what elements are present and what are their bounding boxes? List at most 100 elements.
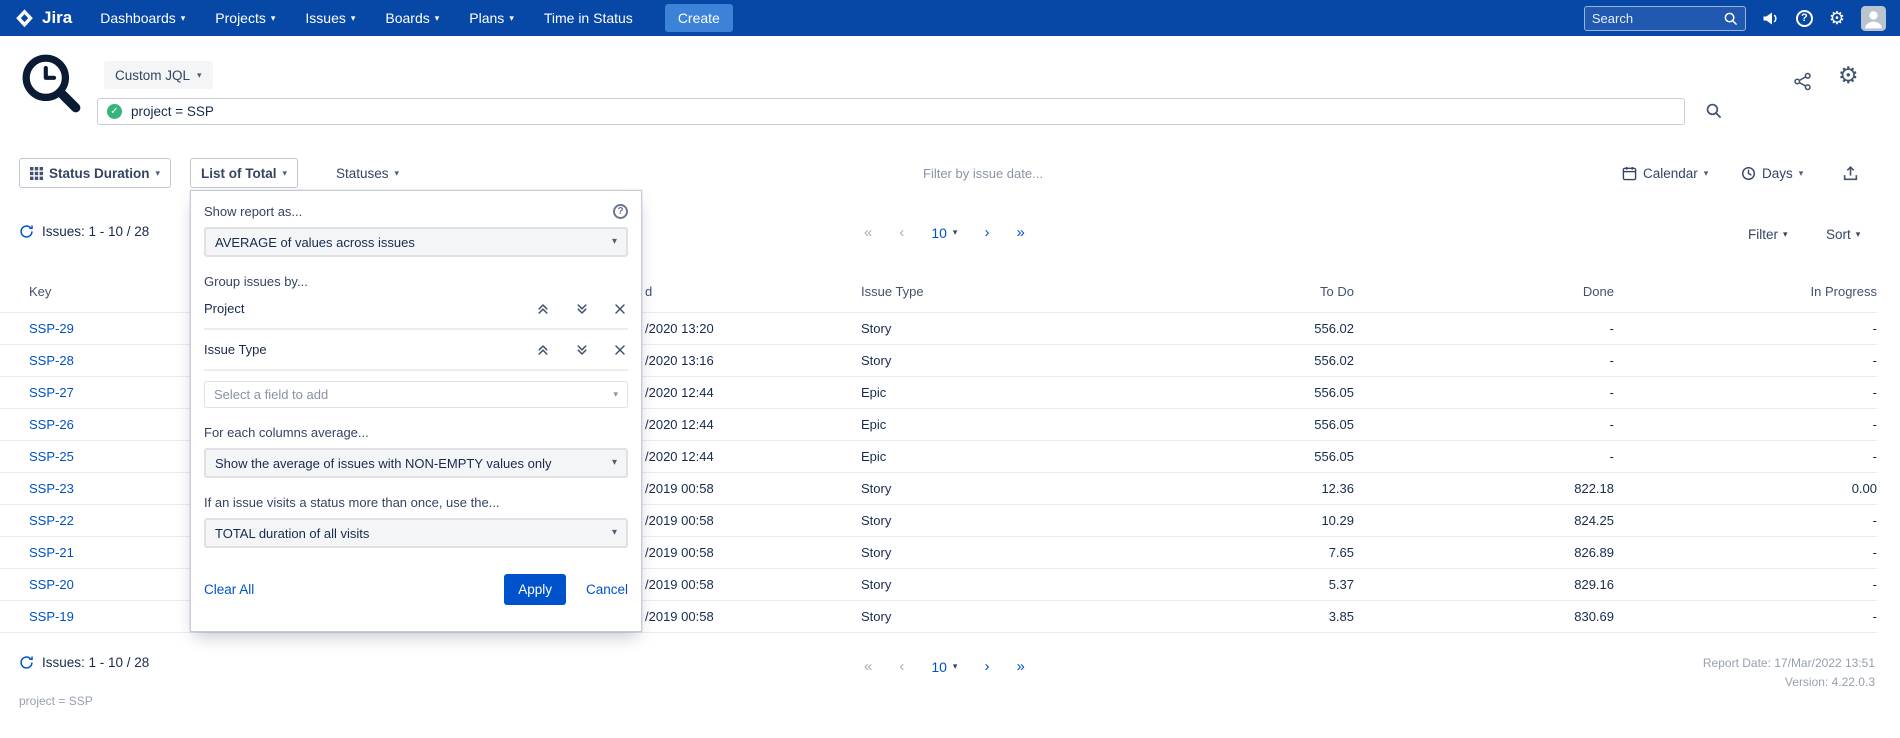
navbar-search [1584, 6, 1746, 31]
create-button[interactable]: Create [665, 4, 733, 32]
cell-done: - [1354, 385, 1614, 400]
panel-footer: Clear All Apply Cancel [204, 574, 628, 605]
cell-done: - [1354, 353, 1614, 368]
group-field-project: Project [204, 289, 628, 330]
move-up-icon[interactable] [536, 343, 550, 357]
statuses-button[interactable]: Statuses ▾ [326, 158, 409, 188]
panel-help-icon[interactable]: ? [613, 204, 628, 219]
chevron-down-icon: ▾ [181, 14, 186, 23]
settings-gear-icon[interactable]: ⚙ [1838, 62, 1859, 89]
cell-done: 826.89 [1354, 545, 1614, 560]
cell-done: 822.18 [1354, 481, 1614, 496]
jira-logo-text: Jira [42, 8, 72, 28]
nav-item-dashboards[interactable]: Dashboards ▾ [100, 10, 185, 26]
search-icon[interactable] [1723, 11, 1738, 26]
version-text: Version: 4.22.0.3 [1785, 675, 1875, 689]
filter-label: Filter [1748, 227, 1778, 242]
page-size-select[interactable]: 10 ▾ [931, 659, 957, 675]
refresh-icon[interactable] [19, 655, 34, 670]
report-type-button[interactable]: Status Duration ▾ [19, 158, 171, 188]
page: Jira Dashboards ▾ Projects ▾ Issues ▾ Bo… [0, 0, 1900, 738]
column-done: Done [1354, 284, 1614, 299]
cell-in_progress: - [1614, 385, 1877, 400]
search-input[interactable] [1592, 11, 1717, 26]
issue-key-link[interactable]: SSP-27 [29, 385, 74, 400]
nav-item-projects[interactable]: Projects ▾ [215, 10, 275, 26]
next-page-button[interactable]: › [984, 224, 989, 241]
chevron-down-icon: ▾ [612, 458, 617, 468]
grid-icon [30, 167, 43, 180]
nav-item-plans[interactable]: Plans ▾ [469, 10, 514, 26]
issue-key-link[interactable]: SSP-22 [29, 513, 74, 528]
cell-in_progress: 0.00 [1614, 481, 1877, 496]
chevron-down-icon: ▾ [435, 14, 440, 23]
announcements-icon[interactable] [1762, 11, 1780, 26]
remove-icon[interactable] [614, 344, 626, 356]
issue-key-link[interactable]: SSP-21 [29, 545, 74, 560]
issue-key-link[interactable]: SSP-20 [29, 577, 74, 592]
help-icon[interactable]: ? [1796, 10, 1813, 27]
average-select[interactable]: Show the average of issues with NON-EMPT… [204, 448, 628, 478]
first-page-button[interactable]: « [864, 224, 872, 241]
nav-item-issues[interactable]: Issues ▾ [305, 10, 355, 26]
cell-in_progress: - [1614, 545, 1877, 560]
chevron-down-icon: ▾ [197, 71, 202, 80]
prev-page-button[interactable]: ‹ [899, 658, 904, 675]
run-query-icon[interactable] [1705, 102, 1722, 124]
jql-input[interactable]: ✓ project = SSP [97, 98, 1685, 125]
cell-created: /2020 12:44 [645, 417, 861, 432]
last-page-button[interactable]: » [1016, 658, 1024, 675]
group-field-name: Project [204, 301, 244, 316]
move-down-icon[interactable] [575, 343, 589, 357]
apply-button[interactable]: Apply [504, 574, 566, 605]
issue-key-link[interactable]: SSP-23 [29, 481, 74, 496]
issue-key-link[interactable]: SSP-25 [29, 449, 74, 464]
move-up-icon[interactable] [536, 302, 550, 316]
export-button[interactable] [1838, 158, 1863, 188]
cell-type: Story [861, 321, 1054, 336]
cell-done: 824.25 [1354, 513, 1614, 528]
view-mode-button[interactable]: List of Total ▾ [190, 158, 298, 188]
footer-jql-text: project = SSP [19, 694, 93, 708]
filter-button[interactable]: Filter ▾ [1748, 227, 1788, 242]
cell-type: Story [861, 577, 1054, 592]
add-field-select[interactable]: Select a field to add ▾ [204, 381, 628, 408]
time-unit-button[interactable]: Days ▾ [1731, 158, 1813, 188]
visits-select[interactable]: TOTAL duration of all visits ▾ [204, 518, 628, 548]
remove-icon[interactable] [614, 303, 626, 315]
average-value: Show the average of issues with NON-EMPT… [215, 456, 551, 471]
query-mode-button[interactable]: Custom JQL ▾ [104, 61, 213, 89]
issue-key-link[interactable]: SSP-29 [29, 321, 74, 336]
page-size-select[interactable]: 10 ▾ [931, 225, 957, 241]
last-page-button[interactable]: » [1016, 224, 1024, 241]
chevron-down-icon: ▾ [613, 390, 618, 399]
jira-logo[interactable]: Jira [14, 8, 72, 29]
next-page-button[interactable]: › [984, 658, 989, 675]
chevron-down-icon: ▾ [156, 169, 161, 178]
nav-item-boards[interactable]: Boards ▾ [385, 10, 439, 26]
report-as-select[interactable]: AVERAGE of values across issues ▾ [204, 227, 628, 257]
first-page-button[interactable]: « [864, 658, 872, 675]
calendar-button[interactable]: Calendar ▾ [1612, 158, 1718, 188]
page-size-value: 10 [931, 659, 947, 675]
issue-key-link[interactable]: SSP-19 [29, 609, 74, 624]
calendar-label: Calendar [1643, 166, 1698, 181]
cell-created: /2020 13:16 [645, 353, 861, 368]
group-field-actions [536, 343, 628, 357]
move-down-icon[interactable] [575, 302, 589, 316]
issue-key-link[interactable]: SSP-26 [29, 417, 74, 432]
chevron-down-icon: ▾ [283, 169, 288, 178]
chevron-down-icon: ▾ [351, 14, 356, 23]
clear-all-link[interactable]: Clear All [204, 582, 254, 597]
prev-page-button[interactable]: ‹ [899, 224, 904, 241]
share-icon[interactable] [1793, 72, 1812, 96]
nav-item-time-in-status[interactable]: Time in Status [544, 10, 633, 26]
refresh-icon[interactable] [19, 224, 34, 239]
gear-icon[interactable]: ⚙ [1829, 9, 1845, 27]
cancel-link[interactable]: Cancel [586, 582, 628, 597]
avatar[interactable] [1861, 6, 1886, 31]
issue-key-link[interactable]: SSP-28 [29, 353, 74, 368]
issue-date-filter[interactable]: Filter by issue date... [923, 166, 1043, 181]
column-created-partial: d [645, 284, 861, 299]
sort-button[interactable]: Sort ▾ [1826, 227, 1860, 242]
